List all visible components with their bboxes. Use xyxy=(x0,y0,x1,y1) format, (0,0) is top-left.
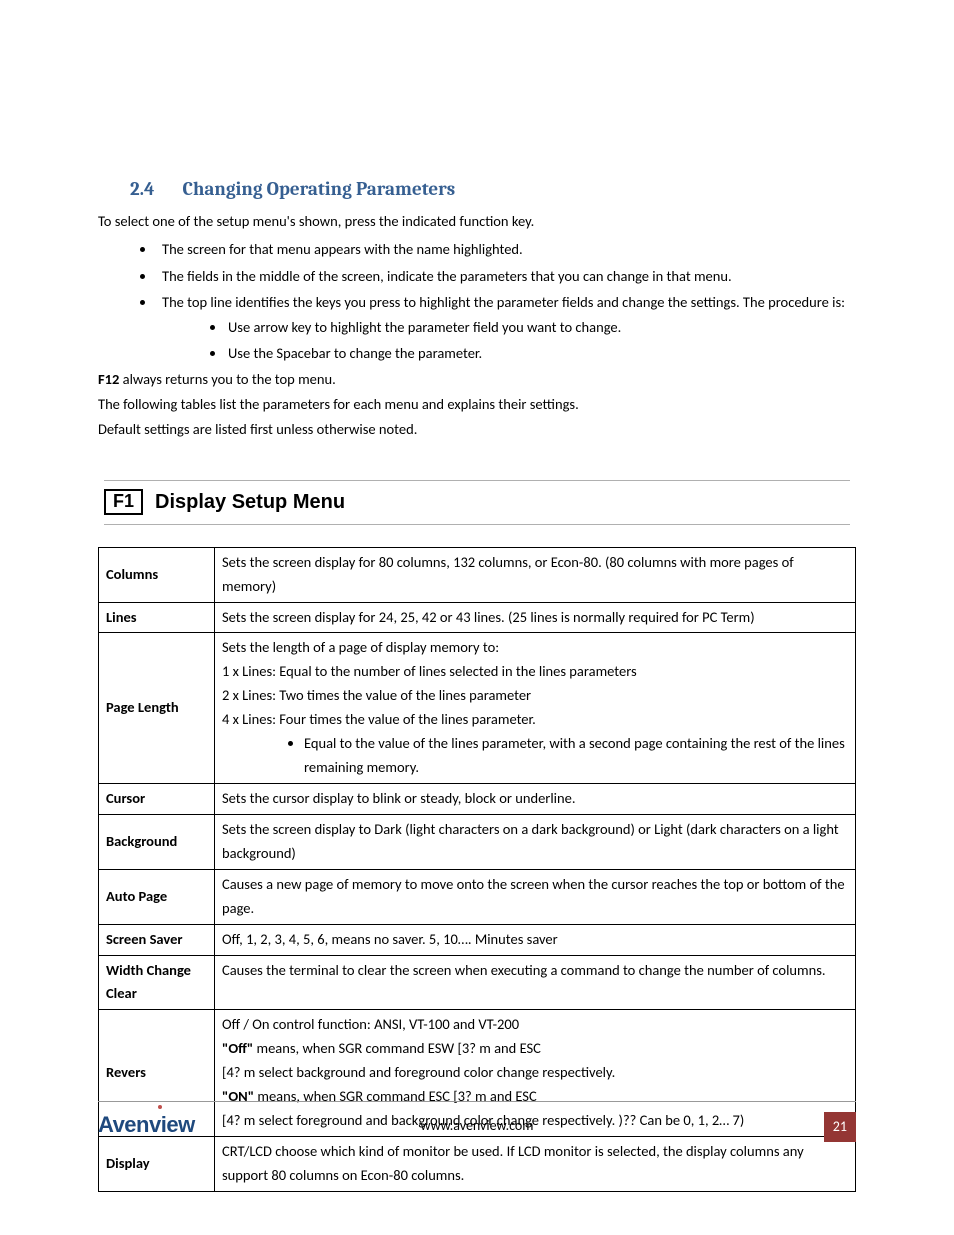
param-desc: Sets the cursor display to blink or stea… xyxy=(215,783,856,814)
paragraph: F12 always returns you to the top menu. xyxy=(98,368,856,391)
page-footer: Avenview www.avenview.com 21 xyxy=(98,1101,856,1142)
section-title: Changing Operating Parameters xyxy=(183,178,456,200)
table-row: Screen Saver Off, 1, 2, 3, 4, 5, 6, mean… xyxy=(99,924,856,955)
param-desc: Sets the screen display for 24, 25, 42 o… xyxy=(215,602,856,633)
intro-list: The screen for that menu appears with th… xyxy=(98,237,856,366)
list-item: The fields in the middle of the screen, … xyxy=(156,264,856,289)
intro-text: To select one of the setup menu's shown,… xyxy=(98,210,856,232)
list-item-text: The top line identifies the keys you pre… xyxy=(162,293,845,311)
list-item: Use arrow key to highlight the parameter… xyxy=(226,315,856,340)
keycap-icon: F1 xyxy=(104,489,143,515)
text-span: means, when SGR command ESW [3? m and ES… xyxy=(253,1039,541,1057)
paragraph-text: always returns you to the top menu. xyxy=(119,370,335,388)
param-desc: Causes a new page of memory to move onto… xyxy=(215,869,856,924)
param-label: Page Length xyxy=(99,633,215,784)
list-item: The screen for that menu appears with th… xyxy=(156,237,856,262)
cell-line: Off / On control function: ANSI, VT-100 … xyxy=(222,1013,848,1037)
param-label: Columns xyxy=(99,547,215,602)
param-label: Lines xyxy=(99,602,215,633)
section-heading: 2.4 Changing Operating Parameters xyxy=(98,175,856,204)
param-desc: Causes the terminal to clear the screen … xyxy=(215,955,856,1010)
key-ref: F12 xyxy=(98,370,119,388)
bold-span: "Off" xyxy=(222,1039,253,1057)
cell-line: 4 x Lines: Four times the value of the l… xyxy=(222,708,848,732)
table-row: Background Sets the screen display to Da… xyxy=(99,814,856,869)
param-desc: Sets the screen display for 80 columns, … xyxy=(215,547,856,602)
list-item: Equal to the value of the lines paramete… xyxy=(304,732,848,780)
cell-line: "Off" means, when SGR command ESW [3? m … xyxy=(222,1037,848,1061)
table-row: Display CRT/LCD choose which kind of mon… xyxy=(99,1136,856,1191)
table-row: Columns Sets the screen display for 80 c… xyxy=(99,547,856,602)
table-row: Lines Sets the screen display for 24, 25… xyxy=(99,602,856,633)
param-label: Display xyxy=(99,1136,215,1191)
logo-dot-icon xyxy=(158,1105,162,1109)
list-item: The top line identifies the keys you pre… xyxy=(156,290,856,366)
cell-line: [4? m select background and foreground c… xyxy=(222,1061,848,1085)
table-row: Page Length Sets the length of a page of… xyxy=(99,633,856,784)
cell-line: 2 x Lines: Two times the value of the li… xyxy=(222,684,848,708)
cell-line: Sets the length of a page of display mem… xyxy=(222,636,848,660)
brand-logo: Avenview xyxy=(98,1108,195,1142)
paragraph: Default settings are listed first unless… xyxy=(98,418,856,441)
section-number: 2.4 xyxy=(130,175,155,204)
param-label: Background xyxy=(99,814,215,869)
list-item: Use the Spacebar to change the parameter… xyxy=(226,341,856,366)
page-number: 21 xyxy=(824,1112,856,1142)
param-desc: Off, 1, 2, 3, 4, 5, 6, means no saver. 5… xyxy=(215,924,856,955)
menu-title: Display Setup Menu xyxy=(155,487,345,518)
param-desc: Sets the screen display to Dark (light c… xyxy=(215,814,856,869)
cell-bullet-list: Equal to the value of the lines paramete… xyxy=(222,732,848,780)
paragraph: The following tables list the parameters… xyxy=(98,393,856,416)
brand-text: Avenview xyxy=(98,1112,195,1137)
param-label: Screen Saver xyxy=(99,924,215,955)
menu-heading-block: F1 Display Setup Menu xyxy=(104,480,850,525)
param-label: Width Change Clear xyxy=(99,955,215,1010)
intro-sublist: Use arrow key to highlight the parameter… xyxy=(162,315,856,366)
parameter-table: Columns Sets the screen display for 80 c… xyxy=(98,547,856,1192)
footer-url: www.avenview.com xyxy=(421,1115,534,1137)
param-desc: CRT/LCD choose which kind of monitor be … xyxy=(215,1136,856,1191)
param-label: Cursor xyxy=(99,783,215,814)
table-row: Auto Page Causes a new page of memory to… xyxy=(99,869,856,924)
cell-line: 1 x Lines: Equal to the number of lines … xyxy=(222,660,848,684)
table-row: Cursor Sets the cursor display to blink … xyxy=(99,783,856,814)
param-label: Auto Page xyxy=(99,869,215,924)
param-desc: Sets the length of a page of display mem… xyxy=(215,633,856,784)
table-row: Width Change Clear Causes the terminal t… xyxy=(99,955,856,1010)
